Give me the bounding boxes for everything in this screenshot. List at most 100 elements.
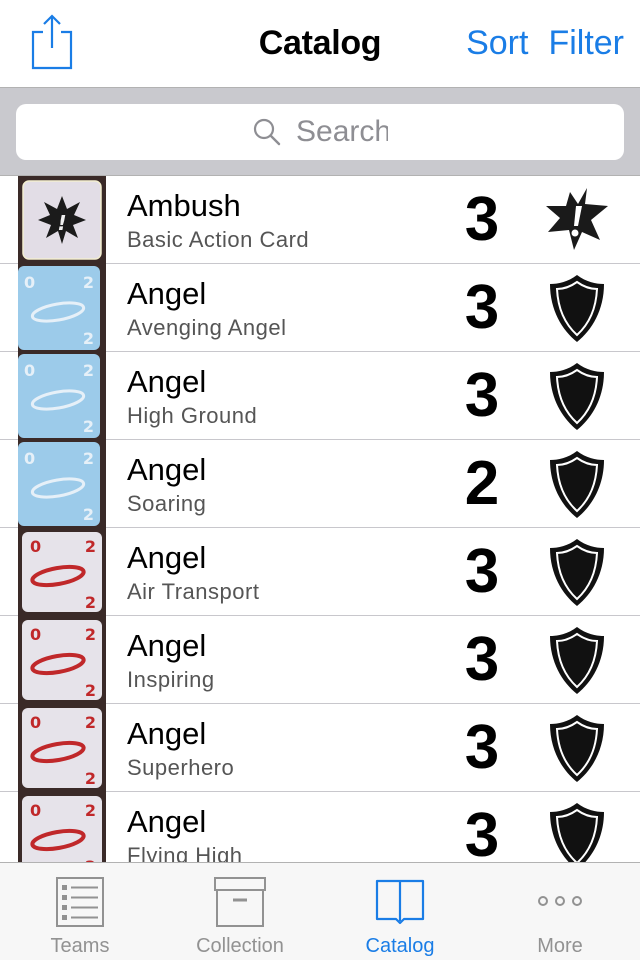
search-input[interactable] bbox=[296, 115, 388, 149]
svg-text:2: 2 bbox=[85, 769, 96, 788]
shield-icon bbox=[538, 536, 616, 608]
shield-icon bbox=[550, 539, 604, 606]
item-title: Angel bbox=[127, 276, 207, 311]
svg-text:2: 2 bbox=[85, 625, 96, 644]
item-subtitle: High Ground bbox=[127, 403, 258, 428]
svg-text:0: 0 bbox=[24, 361, 35, 380]
shield-icon bbox=[550, 275, 604, 342]
svg-text:0: 0 bbox=[24, 449, 35, 468]
list-item[interactable]: 0 2 2 Angel Air Transport 3 bbox=[0, 528, 640, 616]
shield-icon bbox=[550, 451, 604, 518]
svg-text:2: 2 bbox=[83, 505, 94, 524]
blue-angel-tile-thumb-image: 0 2 2 bbox=[18, 352, 106, 440]
tab-label: Teams bbox=[50, 935, 110, 957]
list-item[interactable]: ! Ambush Basic Action Card 3 bbox=[0, 176, 640, 264]
shield-icon bbox=[538, 272, 616, 344]
shield-icon bbox=[538, 624, 616, 696]
svg-text:0: 0 bbox=[30, 801, 41, 820]
explosion-icon bbox=[546, 188, 608, 250]
svg-text:2: 2 bbox=[85, 801, 96, 820]
svg-text:!: ! bbox=[57, 211, 66, 235]
svg-text:0: 0 bbox=[30, 713, 41, 732]
blue-angel-tile-thumb-image: 0 2 2 bbox=[18, 264, 106, 352]
more-dots-icon bbox=[538, 896, 582, 906]
red-angel-tile-thumb-image: 0 2 2 bbox=[18, 792, 106, 862]
list-icon bbox=[56, 877, 104, 927]
svg-text:2: 2 bbox=[83, 417, 94, 436]
search-field[interactable] bbox=[16, 104, 624, 160]
red-angel-tile-thumb-image: 0 2 2 bbox=[18, 528, 106, 616]
item-subtitle: Superhero bbox=[127, 755, 235, 780]
item-count: 3 bbox=[464, 273, 500, 342]
svg-text:2: 2 bbox=[83, 449, 94, 468]
blue-angel-tile-thumb: 0 2 2 bbox=[18, 440, 106, 528]
list-item[interactable]: 0 2 2 Angel Avenging Angel 3 bbox=[0, 264, 640, 352]
list-item[interactable]: 0 2 2 Angel Inspiring 3 bbox=[0, 616, 640, 704]
shield-icon bbox=[538, 448, 616, 520]
blue-angel-tile-thumb-image: 0 2 2 bbox=[18, 440, 106, 528]
action-card-thumb: ! bbox=[18, 176, 106, 264]
blue-angel-tile-thumb: 0 2 2 bbox=[18, 352, 106, 440]
svg-text:2: 2 bbox=[83, 273, 94, 292]
list-item[interactable]: 0 2 2 Angel Flying High 3 bbox=[0, 792, 640, 862]
item-title: Ambush bbox=[127, 188, 241, 223]
item-title: Angel bbox=[127, 716, 207, 751]
item-title: Angel bbox=[127, 364, 207, 399]
search-icon bbox=[253, 118, 281, 146]
shield-icon bbox=[550, 363, 604, 430]
svg-text:2: 2 bbox=[85, 681, 96, 700]
action-card-thumb-image: ! bbox=[18, 176, 106, 264]
svg-text:2: 2 bbox=[83, 329, 94, 348]
list-item[interactable]: 0 2 2 Angel Superhero 3 bbox=[0, 704, 640, 792]
catalog-list[interactable]: ! Ambush Basic Action Card 3 0 2 2 Angel… bbox=[0, 176, 640, 862]
item-count: 3 bbox=[464, 185, 500, 254]
sort-button[interactable]: Sort bbox=[466, 24, 528, 63]
svg-text:2: 2 bbox=[85, 593, 96, 612]
shield-icon bbox=[550, 715, 604, 782]
shield-icon bbox=[550, 627, 604, 694]
item-subtitle: Flying High bbox=[127, 843, 243, 862]
item-title: Angel bbox=[127, 804, 207, 839]
item-count: 3 bbox=[464, 713, 500, 782]
blue-angel-tile-thumb: 0 2 2 bbox=[18, 264, 106, 352]
explosion-icon bbox=[538, 184, 616, 256]
list-item[interactable]: 0 2 2 Angel Soaring 2 bbox=[0, 440, 640, 528]
svg-text:2: 2 bbox=[85, 537, 96, 556]
red-angel-tile-thumb: 0 2 2 bbox=[18, 792, 106, 862]
item-count: 3 bbox=[464, 625, 500, 694]
tab-teams[interactable]: Teams bbox=[0, 863, 160, 960]
archive-box-icon bbox=[214, 877, 266, 927]
item-count: 3 bbox=[464, 361, 500, 430]
share-button[interactable] bbox=[26, 12, 78, 72]
book-icon bbox=[375, 879, 425, 925]
tab-label: Catalog bbox=[365, 935, 435, 957]
svg-text:2: 2 bbox=[83, 361, 94, 380]
svg-text:0: 0 bbox=[24, 273, 35, 292]
svg-text:2: 2 bbox=[85, 713, 96, 732]
navigation-bar: Catalog Sort Filter bbox=[0, 0, 640, 88]
tab-label: More bbox=[537, 935, 583, 957]
tab-more[interactable]: More bbox=[480, 863, 640, 960]
item-subtitle: Avenging Angel bbox=[127, 315, 287, 340]
item-title: Angel bbox=[127, 628, 207, 663]
tab-collection[interactable]: Collection bbox=[160, 863, 320, 960]
filter-button[interactable]: Filter bbox=[548, 24, 624, 63]
shield-icon bbox=[538, 800, 616, 862]
item-title: Angel bbox=[127, 452, 207, 487]
svg-text:0: 0 bbox=[30, 537, 41, 556]
red-angel-tile-thumb: 0 2 2 bbox=[18, 616, 106, 704]
red-angel-tile-thumb-image: 0 2 2 bbox=[18, 704, 106, 792]
shield-icon bbox=[550, 803, 604, 862]
red-angel-tile-thumb-image: 0 2 2 bbox=[18, 616, 106, 704]
list-item[interactable]: 0 2 2 Angel High Ground 3 bbox=[0, 352, 640, 440]
item-title: Angel bbox=[127, 540, 207, 575]
item-count: 3 bbox=[464, 537, 500, 606]
tab-catalog[interactable]: Catalog bbox=[320, 863, 480, 960]
item-subtitle: Inspiring bbox=[127, 667, 215, 692]
item-subtitle: Soaring bbox=[127, 491, 207, 516]
shield-icon bbox=[538, 712, 616, 784]
item-count: 3 bbox=[464, 801, 500, 863]
share-icon bbox=[31, 14, 73, 70]
tab-label: Collection bbox=[196, 935, 284, 957]
search-bar bbox=[0, 88, 640, 176]
